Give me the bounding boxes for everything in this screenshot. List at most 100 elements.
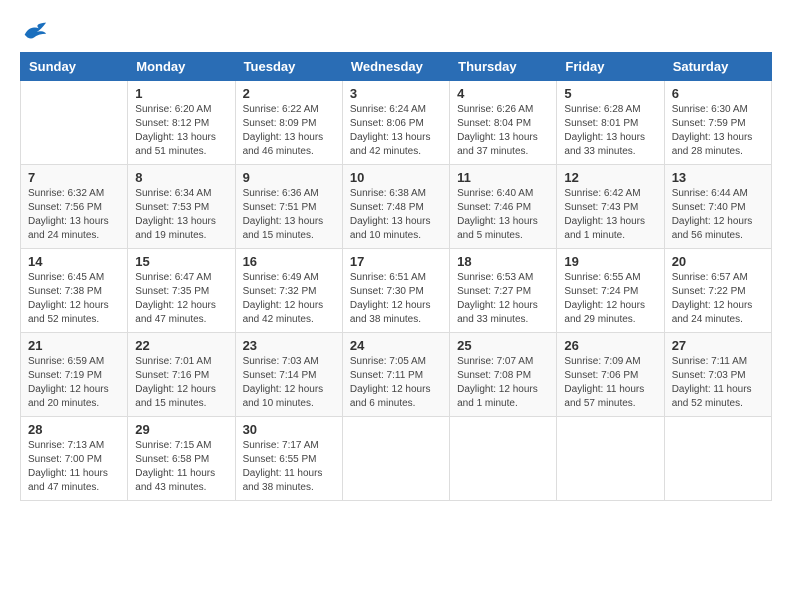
weekday-header-row: SundayMondayTuesdayWednesdayThursdayFrid…: [21, 53, 772, 81]
day-number: 20: [672, 254, 764, 269]
calendar-cell: 1 Sunrise: 6:20 AM Sunset: 8:12 PM Daylig…: [128, 81, 235, 165]
day-info: Sunrise: 6:51 AM Sunset: 7:30 PM Dayligh…: [350, 271, 442, 327]
weekday-header-tuesday: Tuesday: [235, 53, 342, 81]
day-info: Sunrise: 6:57 AM Sunset: 7:22 PM Dayligh…: [672, 271, 764, 327]
day-info: Sunrise: 6:45 AM Sunset: 7:38 PM Dayligh…: [28, 271, 120, 327]
day-info: Sunrise: 7:15 AM Sunset: 6:58 PM Dayligh…: [135, 439, 227, 495]
weekday-header-friday: Friday: [557, 53, 664, 81]
day-number: 26: [564, 338, 656, 353]
calendar-cell: 27 Sunrise: 7:11 AM Sunset: 7:03 PM Dayli…: [664, 333, 771, 417]
calendar-cell: 3 Sunrise: 6:24 AM Sunset: 8:06 PM Daylig…: [342, 81, 449, 165]
calendar-cell: 8Sunrise: 6:34 AM Sunset: 7:53 PM Daylig…: [128, 165, 235, 249]
calendar-cell: 18Sunrise: 6:53 AM Sunset: 7:27 PM Dayli…: [450, 249, 557, 333]
page-header: [20, 20, 772, 42]
day-number: 14: [28, 254, 120, 269]
day-info: Sunrise: 7:05 AM Sunset: 7:11 PM Dayligh…: [350, 355, 442, 411]
day-info: Sunrise: 6:36 AM Sunset: 7:51 PM Dayligh…: [243, 187, 335, 243]
calendar-cell: 29 Sunrise: 7:15 AM Sunset: 6:58 PM Dayli…: [128, 417, 235, 501]
calendar-cell: 21 Sunrise: 6:59 AM Sunset: 7:19 PM Dayli…: [21, 333, 128, 417]
day-info: Sunrise: 6:30 AM Sunset: 7:59 PM Dayligh…: [672, 103, 764, 159]
day-number: 11: [457, 170, 549, 185]
day-info: Sunrise: 7:13 AM Sunset: 7:00 PM Dayligh…: [28, 439, 120, 495]
calendar-week-5: 28 Sunrise: 7:13 AM Sunset: 7:00 PM Dayli…: [21, 417, 772, 501]
day-info: Sunrise: 7:09 AM Sunset: 7:06 PM Dayligh…: [564, 355, 656, 411]
day-info: Sunrise: 6:59 AM Sunset: 7:19 PM Dayligh…: [28, 355, 120, 411]
day-info: Sunrise: 7:17 AM Sunset: 6:55 PM Dayligh…: [243, 439, 335, 495]
day-info: Sunrise: 6:55 AM Sunset: 7:24 PM Dayligh…: [564, 271, 656, 327]
day-number: 18: [457, 254, 549, 269]
calendar-cell: 26 Sunrise: 7:09 AM Sunset: 7:06 PM Dayli…: [557, 333, 664, 417]
day-number: 4: [457, 86, 549, 101]
weekday-header-saturday: Saturday: [664, 53, 771, 81]
day-info: Sunrise: 6:28 AM Sunset: 8:01 PM Dayligh…: [564, 103, 656, 159]
calendar-cell: 12 Sunrise: 6:42 AM Sunset: 7:43 PM Dayli…: [557, 165, 664, 249]
day-number: 1: [135, 86, 227, 101]
day-info: Sunrise: 7:07 AM Sunset: 7:08 PM Dayligh…: [457, 355, 549, 411]
day-info: Sunrise: 6:47 AM Sunset: 7:35 PM Dayligh…: [135, 271, 227, 327]
weekday-header-thursday: Thursday: [450, 53, 557, 81]
day-info: Sunrise: 7:11 AM Sunset: 7:03 PM Dayligh…: [672, 355, 764, 411]
day-info: Sunrise: 6:20 AM Sunset: 8:12 PM Dayligh…: [135, 103, 227, 159]
day-number: 22: [135, 338, 227, 353]
calendar-cell: 5Sunrise: 6:28 AM Sunset: 8:01 PM Daylig…: [557, 81, 664, 165]
calendar-cell: 24 Sunrise: 7:05 AM Sunset: 7:11 PM Dayli…: [342, 333, 449, 417]
calendar-week-2: 7 Sunrise: 6:32 AM Sunset: 7:56 PM Daylig…: [21, 165, 772, 249]
day-number: 15: [135, 254, 227, 269]
day-info: Sunrise: 6:24 AM Sunset: 8:06 PM Dayligh…: [350, 103, 442, 159]
day-number: 21: [28, 338, 120, 353]
calendar-cell: 9 Sunrise: 6:36 AM Sunset: 7:51 PM Daylig…: [235, 165, 342, 249]
calendar-week-3: 14 Sunrise: 6:45 AM Sunset: 7:38 PM Dayli…: [21, 249, 772, 333]
calendar-cell: 23 Sunrise: 7:03 AM Sunset: 7:14 PM Dayli…: [235, 333, 342, 417]
calendar-cell: 20 Sunrise: 6:57 AM Sunset: 7:22 PM Dayli…: [664, 249, 771, 333]
calendar-cell: [450, 417, 557, 501]
day-number: 19: [564, 254, 656, 269]
calendar-cell: 19 Sunrise: 6:55 AM Sunset: 7:24 PM Dayli…: [557, 249, 664, 333]
calendar-cell: 22 Sunrise: 7:01 AM Sunset: 7:16 PM Dayli…: [128, 333, 235, 417]
day-number: 7: [28, 170, 120, 185]
day-info: Sunrise: 7:03 AM Sunset: 7:14 PM Dayligh…: [243, 355, 335, 411]
day-number: 12: [564, 170, 656, 185]
calendar-cell: 10 Sunrise: 6:38 AM Sunset: 7:48 PM Dayli…: [342, 165, 449, 249]
calendar-cell: 17 Sunrise: 6:51 AM Sunset: 7:30 PM Dayli…: [342, 249, 449, 333]
day-info: Sunrise: 6:42 AM Sunset: 7:43 PM Dayligh…: [564, 187, 656, 243]
day-number: 10: [350, 170, 442, 185]
day-number: 25: [457, 338, 549, 353]
calendar-cell: 4 Sunrise: 6:26 AM Sunset: 8:04 PM Daylig…: [450, 81, 557, 165]
day-number: 29: [135, 422, 227, 437]
calendar-cell: 30 Sunrise: 7:17 AM Sunset: 6:55 PM Dayli…: [235, 417, 342, 501]
day-info: Sunrise: 6:26 AM Sunset: 8:04 PM Dayligh…: [457, 103, 549, 159]
calendar-cell: 15 Sunrise: 6:47 AM Sunset: 7:35 PM Dayli…: [128, 249, 235, 333]
day-number: 2: [243, 86, 335, 101]
logo-bird-icon: [20, 20, 48, 42]
day-number: 17: [350, 254, 442, 269]
day-info: Sunrise: 7:01 AM Sunset: 7:16 PM Dayligh…: [135, 355, 227, 411]
weekday-header-wednesday: Wednesday: [342, 53, 449, 81]
calendar-cell: [557, 417, 664, 501]
day-number: 24: [350, 338, 442, 353]
calendar-week-4: 21 Sunrise: 6:59 AM Sunset: 7:19 PM Dayli…: [21, 333, 772, 417]
day-number: 30: [243, 422, 335, 437]
calendar-cell: [342, 417, 449, 501]
logo: [20, 20, 48, 42]
day-number: 3: [350, 86, 442, 101]
day-number: 27: [672, 338, 764, 353]
day-number: 28: [28, 422, 120, 437]
day-number: 13: [672, 170, 764, 185]
calendar-cell: 25 Sunrise: 7:07 AM Sunset: 7:08 PM Dayli…: [450, 333, 557, 417]
weekday-header-sunday: Sunday: [21, 53, 128, 81]
calendar-cell: [664, 417, 771, 501]
day-info: Sunrise: 6:22 AM Sunset: 8:09 PM Dayligh…: [243, 103, 335, 159]
day-number: 9: [243, 170, 335, 185]
calendar-cell: 7 Sunrise: 6:32 AM Sunset: 7:56 PM Daylig…: [21, 165, 128, 249]
day-info: Sunrise: 6:49 AM Sunset: 7:32 PM Dayligh…: [243, 271, 335, 327]
day-number: 6: [672, 86, 764, 101]
calendar-cell: [21, 81, 128, 165]
day-number: 23: [243, 338, 335, 353]
day-info: Sunrise: 6:40 AM Sunset: 7:46 PM Dayligh…: [457, 187, 549, 243]
calendar-cell: 13Sunrise: 6:44 AM Sunset: 7:40 PM Dayli…: [664, 165, 771, 249]
calendar-cell: 2 Sunrise: 6:22 AM Sunset: 8:09 PM Daylig…: [235, 81, 342, 165]
day-info: Sunrise: 6:38 AM Sunset: 7:48 PM Dayligh…: [350, 187, 442, 243]
day-info: Sunrise: 6:34 AM Sunset: 7:53 PM Dayligh…: [135, 187, 227, 243]
calendar-cell: 28 Sunrise: 7:13 AM Sunset: 7:00 PM Dayli…: [21, 417, 128, 501]
day-info: Sunrise: 6:32 AM Sunset: 7:56 PM Dayligh…: [28, 187, 120, 243]
